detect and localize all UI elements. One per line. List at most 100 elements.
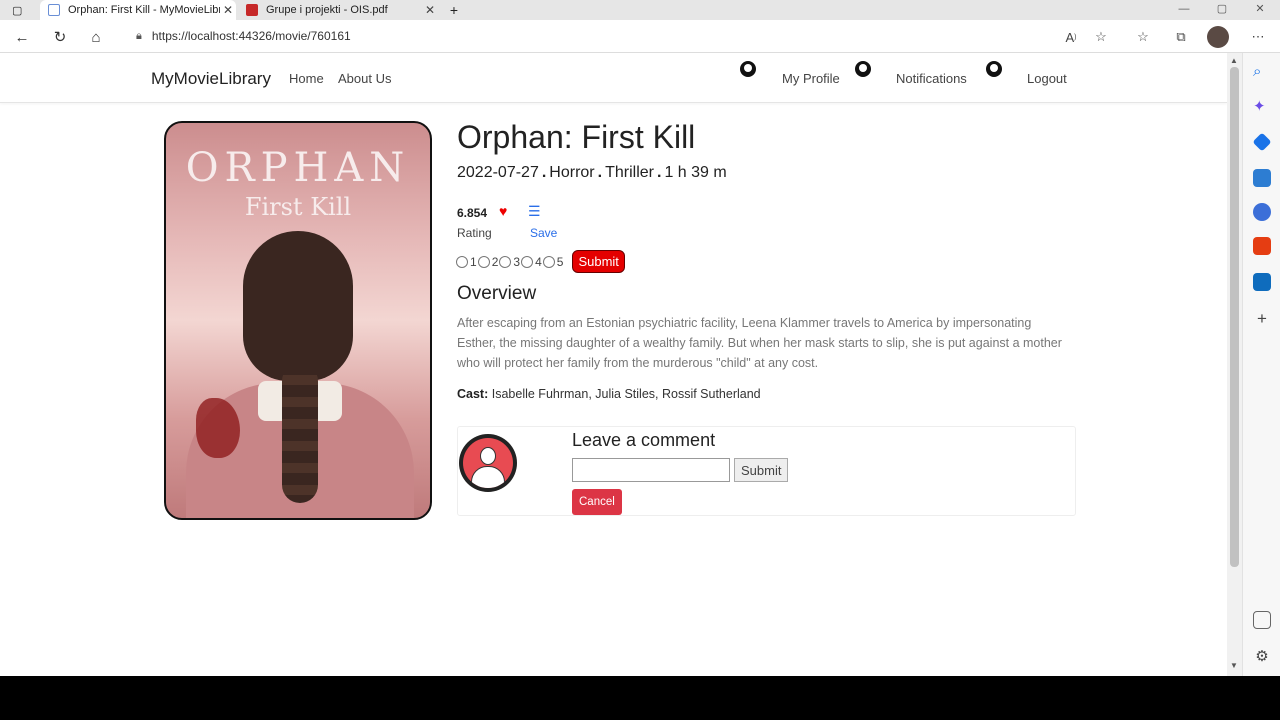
overview-text: After escaping from an Estonian psychiat… (457, 316, 1062, 370)
nav-my-profile[interactable]: My Profile (782, 71, 840, 86)
separator: . (597, 164, 603, 181)
comment-section: Leave a comment Submit Cancel (457, 426, 1076, 516)
rating-option-3[interactable]: 3 (499, 255, 521, 269)
separator: . (656, 164, 662, 181)
rating-value: 6.854 (457, 206, 488, 220)
rating-options: 1 2 3 4 5 Submit (456, 250, 625, 273)
genre: Thriller (605, 164, 654, 181)
add-icon[interactable]: + (1253, 309, 1271, 328)
option-label: 3 (513, 254, 521, 269)
radio-button[interactable] (521, 255, 534, 268)
poster-title: ORPHAN (185, 145, 411, 191)
rating-option-1[interactable]: 1 (456, 255, 478, 269)
avatar-head (480, 447, 496, 465)
tab-strip: ▢ Orphan: First Kill - MyMovieLibrary ✕ … (0, 0, 1280, 20)
browser-window: ▢ Orphan: First Kill - MyMovieLibrary ✕ … (0, 0, 1280, 676)
pdf-icon (246, 4, 258, 16)
avatar-body (471, 466, 505, 488)
radio-button[interactable] (542, 255, 555, 268)
back-icon[interactable]: ← (10, 25, 34, 49)
list-icon[interactable]: ☰ (528, 203, 541, 220)
genre: Horror (549, 164, 595, 181)
poster-braid (282, 363, 318, 503)
poster-figure-head (243, 231, 353, 381)
nav-home[interactable]: Home (289, 71, 324, 86)
office-icon[interactable] (1253, 237, 1271, 255)
movie-title: Orphan: First Kill (457, 119, 696, 155)
sidebar-toggle-icon[interactable] (1253, 611, 1271, 629)
rating-option-4[interactable]: 4 (521, 255, 543, 269)
more-icon[interactable]: ⋯ (1247, 26, 1269, 48)
comment-input[interactable] (572, 458, 730, 482)
tools-icon[interactable] (1253, 169, 1271, 187)
option-label: 4 (535, 254, 542, 269)
radio-button[interactable] (477, 255, 490, 268)
nav-logout[interactable]: Logout (1027, 71, 1067, 86)
nav-notifications[interactable]: Notifications (896, 71, 967, 86)
new-tab-icon[interactable]: + (444, 0, 464, 20)
edge-sidebar: ⌕ ✦ + ⚙ (1242, 53, 1280, 676)
window-close-icon[interactable]: ✕ (1252, 0, 1268, 18)
collections-icon[interactable]: ⧉ (1170, 26, 1192, 48)
close-icon[interactable]: ✕ (422, 3, 438, 17)
rating-label: Rating (457, 226, 492, 240)
favorites-icon[interactable]: ☆ (1132, 26, 1154, 48)
tab-movie[interactable]: Orphan: First Kill - MyMovieLibrary ✕ (40, 0, 236, 20)
movie-poster: ORPHAN First Kill (164, 121, 432, 520)
radio-button[interactable] (456, 255, 468, 268)
read-aloud-icon[interactable]: A) (1060, 26, 1082, 48)
user-avatar-icon (459, 434, 517, 492)
page-scrollbar[interactable]: ▲ ▼ (1227, 53, 1242, 676)
notification-icon (855, 61, 871, 77)
site-brand[interactable]: MyMovieLibrary (151, 69, 271, 89)
tab-actions-icon[interactable]: ▢ (8, 0, 28, 20)
option-label: 2 (491, 254, 499, 269)
nav-about[interactable]: About Us (338, 71, 391, 86)
page-icon (48, 4, 60, 16)
heart-icon: ♥ (499, 203, 508, 219)
address-toolbar: ← ↻ ⌂ 🔒︎ https://localhost:44326/movie/7… (0, 20, 1280, 53)
cast-label: Cast: (457, 387, 489, 401)
home-icon[interactable]: ⌂ (84, 25, 108, 49)
scroll-down-icon[interactable]: ▼ (1230, 661, 1238, 670)
overview-heading: Overview (457, 283, 537, 304)
runtime: 1 h 39 m (664, 164, 727, 181)
close-icon[interactable]: ✕ (220, 3, 236, 17)
maximize-icon[interactable]: ▢ (1214, 0, 1230, 18)
outlook-icon[interactable] (1253, 273, 1271, 291)
poster-subtitle: First Kill (244, 193, 352, 221)
avatar-circle (463, 438, 513, 488)
comment-cancel-button[interactable]: Cancel (572, 489, 622, 515)
save-link[interactable]: Save (530, 226, 557, 240)
tab-title: Orphan: First Kill - MyMovieLibrary (68, 4, 220, 16)
games-icon[interactable] (1253, 203, 1271, 221)
option-label: 5 (556, 254, 564, 269)
refresh-icon[interactable]: ↻ (48, 25, 72, 49)
rating-option-5[interactable]: 5 (542, 254, 565, 269)
radio-button[interactable] (499, 255, 512, 268)
add-favorite-icon[interactable]: ☆ (1090, 26, 1112, 48)
rating-option-2[interactable]: 2 (477, 254, 500, 269)
cast-line: Cast: Isabelle Fuhrman, Julia Stiles, Ro… (457, 387, 761, 401)
minimize-icon[interactable]: — (1176, 0, 1192, 18)
scroll-up-icon[interactable]: ▲ (1230, 56, 1238, 65)
movie-meta: 2022-07-27. Horror. Thriller. 1 h 39 m (457, 164, 727, 182)
cast-list: Isabelle Fuhrman, Julia Stiles, Rossif S… (491, 387, 761, 401)
rating-submit-button[interactable]: Submit (572, 250, 625, 273)
profile-icon (740, 61, 756, 77)
scroll-thumb[interactable] (1230, 67, 1239, 567)
comment-heading: Leave a comment (572, 430, 716, 450)
settings-icon[interactable]: ⚙ (1253, 647, 1271, 665)
address-bar[interactable]: 🔒︎ https://localhost:44326/movie/760161 (120, 23, 1120, 49)
comment-submit-button[interactable]: Submit (734, 458, 789, 482)
separator: . (541, 164, 547, 181)
profile-avatar[interactable] (1207, 26, 1229, 48)
tab-pdf[interactable]: Grupe i projekti - OIS.pdf ✕ (238, 0, 438, 20)
url-text: https://localhost:44326/movie/760161 (151, 29, 351, 43)
tab-title: Grupe i projekti - OIS.pdf (266, 4, 388, 16)
logout-icon (986, 61, 1002, 77)
search-icon[interactable]: ⌕ (1253, 63, 1271, 81)
site-navbar: MyMovieLibrary Home About Us My Profile … (0, 53, 1227, 103)
copilot-icon[interactable]: ✦ (1253, 97, 1271, 115)
shopping-icon[interactable] (1252, 132, 1272, 152)
